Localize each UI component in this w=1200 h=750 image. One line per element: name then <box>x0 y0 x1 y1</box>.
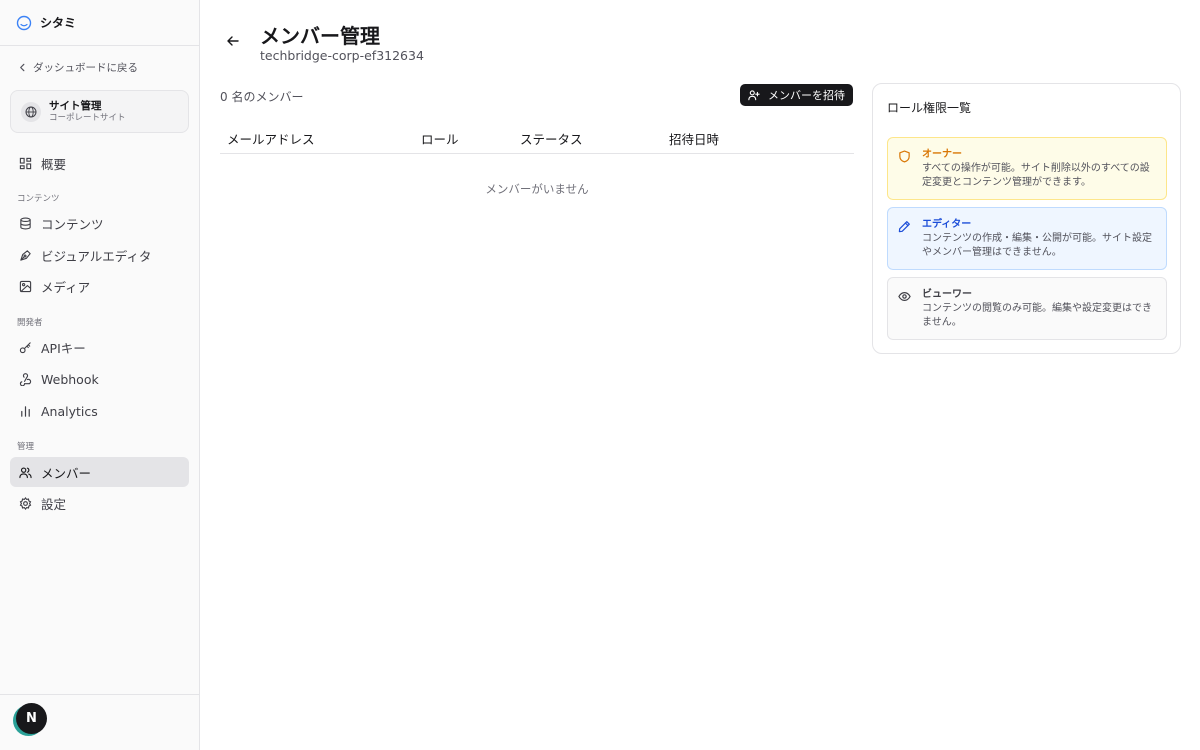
pen-tool-icon <box>20 249 31 261</box>
users-icon <box>19 466 32 478</box>
section-label-management: 管理 <box>17 442 35 452</box>
key-icon <box>19 341 31 353</box>
sidebar-item-label: APIキー <box>41 340 86 356</box>
site-switcher-card[interactable]: サイト管理 コーポレートサイト <box>10 90 189 133</box>
pencil-icon <box>898 221 910 233</box>
sidebar-item-label: Analytics <box>41 403 98 419</box>
members-table: メールアドレス ロール ステータス 招待日時 メンバーがいません <box>220 124 854 196</box>
brand-logo-icon <box>16 15 32 30</box>
site-subtitle: コーポレートサイト <box>49 112 126 123</box>
chevron-left-icon <box>20 63 25 72</box>
site-slug: techbridge-corp-ef312634 <box>260 48 424 63</box>
sidebar-item-webhook[interactable]: Webhook <box>10 364 189 394</box>
sidebar-item-label: Webhook <box>41 371 99 387</box>
column-header-email[interactable]: メールアドレス <box>227 129 315 148</box>
sidebar-item-label: メディア <box>41 279 91 295</box>
role-name: オーナー <box>922 149 962 160</box>
role-card-viewer: ビューワー コンテンツの閲覧のみ可能。編集や設定変更はできません。 <box>887 277 1167 340</box>
arrow-left-icon[interactable] <box>226 34 240 48</box>
sidebar-footer: N <box>0 694 199 750</box>
role-permissions-panel: ロール権限一覧 オーナー すべての操作が可能。サイト削除以外のすべての設定変更と… <box>872 83 1181 354</box>
sidebar-item-api-keys[interactable]: APIキー <box>10 332 189 362</box>
sidebar-item-visual-editor[interactable]: ビジュアルエディタ <box>10 240 189 270</box>
roles-panel-title: ロール権限一覧 <box>887 101 972 115</box>
sidebar-item-analytics[interactable]: Analytics <box>10 396 189 426</box>
role-name: エディター <box>922 219 972 230</box>
member-count: 0 名のメンバー <box>220 90 304 104</box>
sidebar-item-label: ビジュアルエディタ <box>41 248 152 264</box>
role-card-editor: エディター コンテンツの作成・編集・公開が可能。サイト設定やメンバー管理はできま… <box>887 207 1167 270</box>
globe-icon-badge <box>21 101 41 122</box>
column-header-status[interactable]: ステータス <box>520 129 583 148</box>
gear-icon <box>19 496 32 510</box>
main-content: メンバー管理 techbridge-corp-ef312634 0 名のメンバー… <box>200 0 1200 750</box>
sidebar-item-media[interactable]: メディア <box>10 271 189 301</box>
sidebar-item-label: コンテンツ <box>41 216 104 232</box>
avatar[interactable]: N <box>16 703 47 734</box>
section-label-content: コンテンツ <box>17 194 60 204</box>
sidebar-item-label: 概要 <box>41 156 67 172</box>
back-to-dashboard-label: ダッシュボードに戻る <box>33 62 138 74</box>
sidebar-item-contents[interactable]: コンテンツ <box>10 208 189 238</box>
invite-member-button[interactable]: メンバーを招待 <box>740 84 853 106</box>
page-title: メンバー管理 <box>260 24 380 48</box>
sidebar: シタミ ダッシュボードに戻る サイト管理 コーポレートサイト 概要 コンテンツ … <box>0 0 200 750</box>
brand-header: シタミ <box>0 0 199 46</box>
globe-icon <box>25 106 37 117</box>
sidebar-item-members[interactable]: メンバー <box>10 457 189 487</box>
section-label-developer: 開発者 <box>17 318 43 328</box>
eye-icon <box>898 291 911 302</box>
table-header: メールアドレス ロール ステータス 招待日時 <box>220 124 854 154</box>
sidebar-item-label: 設定 <box>41 496 67 512</box>
role-description: コンテンツの作成・編集・公開が可能。サイト設定やメンバー管理はできません。 <box>922 233 1152 258</box>
column-header-invited-at[interactable]: 招待日時 <box>669 129 719 148</box>
site-title: サイト管理 <box>49 99 102 112</box>
image-icon <box>19 280 32 292</box>
sidebar-item-overview[interactable]: 概要 <box>10 148 189 178</box>
role-description: コンテンツの閲覧のみ可能。編集や設定変更はできません。 <box>922 303 1152 328</box>
sidebar-item-label: メンバー <box>41 465 92 481</box>
back-to-dashboard-link[interactable]: ダッシュボードに戻る <box>18 60 138 75</box>
sidebar-item-settings[interactable]: 設定 <box>10 488 189 518</box>
database-icon <box>20 217 31 229</box>
webhook-icon <box>19 372 32 386</box>
shield-icon <box>899 150 910 163</box>
grid-icon <box>19 157 32 169</box>
bar-chart-icon <box>21 405 30 417</box>
role-name: ビューワー <box>922 289 972 300</box>
column-header-role[interactable]: ロール <box>421 129 459 148</box>
invite-member-label: メンバーを招待 <box>768 89 845 102</box>
brand-name: シタミ <box>40 16 77 30</box>
role-description: すべての操作が可能。サイト削除以外のすべての設定変更とコンテンツ管理ができます。 <box>922 163 1150 188</box>
user-plus-icon <box>748 90 760 101</box>
empty-state-message: メンバーがいません <box>485 182 589 196</box>
role-card-owner: オーナー すべての操作が可能。サイト削除以外のすべての設定変更とコンテンツ管理が… <box>887 137 1167 200</box>
